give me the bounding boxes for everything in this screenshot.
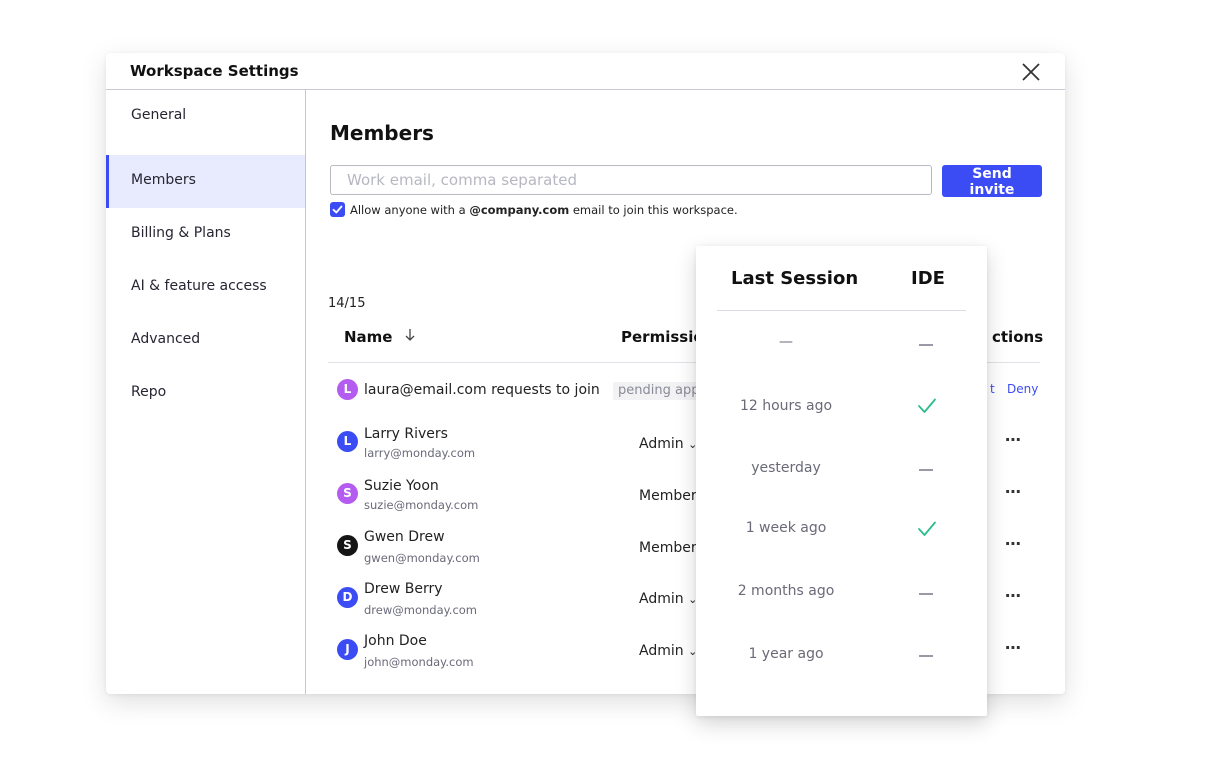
permission-select[interactable]: Admin ⌄	[639, 591, 697, 607]
status-badge: pending app	[613, 382, 705, 400]
sidebar-item-label: Members	[131, 172, 196, 188]
ide-status	[910, 645, 944, 665]
permission-value: Admin	[639, 643, 684, 659]
more-options-button[interactable]: ⋯	[1005, 586, 1022, 605]
more-options-button[interactable]: ⋯	[1005, 638, 1022, 657]
avatar: S	[337, 535, 358, 556]
member-email: larry@monday.com	[364, 446, 476, 460]
member-email: suzie@monday.com	[364, 498, 479, 512]
page-title: Members	[330, 121, 434, 145]
member-name: Larry Rivers	[364, 426, 448, 442]
close-button[interactable]	[1020, 61, 1042, 83]
permission-value: Admin	[639, 436, 684, 452]
column-header-label: Name	[344, 328, 393, 346]
sidebar-item-label: Billing & Plans	[131, 225, 231, 241]
more-options-button[interactable]: ⋯	[1005, 430, 1022, 449]
avatar: L	[337, 431, 358, 452]
sidebar-item-label: Repo	[131, 384, 167, 400]
checkmark-icon	[332, 205, 343, 214]
session-header-divider	[717, 310, 966, 311]
avatar: L	[337, 379, 358, 400]
permission-select[interactable]: Member	[639, 488, 697, 504]
sidebar-item-label: AI & feature access	[131, 278, 267, 294]
ide-status	[910, 459, 944, 479]
column-header-actions: ctions	[992, 328, 1044, 346]
allow-domain-label: Allow anyone with a @company.com email t…	[350, 203, 738, 217]
permission-select[interactable]: Admin ⌄	[639, 643, 697, 659]
member-email: gwen@monday.com	[364, 551, 480, 565]
ide-status	[910, 583, 944, 603]
sidebar-item-label: General	[131, 107, 187, 123]
last-session-card: Last Session IDE — 12 hours ago yesterda…	[696, 246, 987, 716]
ide-status	[910, 334, 944, 354]
allow-domain-checkbox[interactable]	[330, 202, 345, 217]
last-session-value: 12 hours ago	[739, 398, 833, 414]
sidebar-item-members[interactable]: Members	[106, 155, 305, 208]
check-icon	[918, 521, 936, 536]
more-options-button[interactable]: ⋯	[1005, 482, 1022, 501]
avatar: D	[337, 587, 358, 608]
check-icon	[918, 398, 936, 413]
ide-header: IDE	[911, 268, 945, 289]
member-count: 14/15	[328, 296, 366, 311]
deny-link[interactable]: Deny	[1007, 382, 1038, 396]
dash-icon	[919, 469, 933, 471]
last-session-header: Last Session	[731, 268, 859, 289]
modal-title: Workspace Settings	[130, 62, 299, 80]
permission-select[interactable]: Admin ⌄	[639, 436, 697, 452]
sidebar-item-ai-feature-access[interactable]: AI & feature access	[106, 261, 305, 314]
last-session-value: 1 year ago	[748, 646, 824, 662]
sidebar-item-advanced[interactable]: Advanced	[106, 314, 305, 367]
member-email: drew@monday.com	[364, 603, 478, 617]
avatar: J	[337, 639, 358, 660]
allow-prefix: Allow anyone with a	[350, 203, 466, 217]
dash-icon	[919, 344, 933, 346]
allow-suffix: email to join this workspace.	[572, 203, 738, 217]
ide-status	[910, 520, 944, 540]
sort-arrow-down-icon	[405, 329, 415, 341]
ide-status	[910, 397, 944, 417]
send-invite-button[interactable]: Send invite	[942, 165, 1042, 198]
join-request-text: laura@email.com requests to join	[364, 382, 600, 398]
member-name: Suzie Yoon	[364, 478, 439, 494]
sidebar-item-repo[interactable]: Repo	[106, 367, 305, 420]
dash-icon	[919, 655, 933, 657]
close-icon	[1022, 63, 1040, 81]
column-header-permission: Permissio	[621, 328, 704, 346]
approve-link[interactable]: t	[990, 382, 995, 396]
member-email: john@monday.com	[364, 655, 474, 669]
permission-value: Admin	[639, 591, 684, 607]
sidebar-item-billing[interactable]: Billing & Plans	[106, 208, 305, 261]
dash-icon	[919, 593, 933, 595]
member-name: John Doe	[364, 633, 427, 649]
member-name: Drew Berry	[364, 581, 443, 597]
sidebar-item-label: Advanced	[131, 331, 201, 347]
column-header-name[interactable]: Name	[344, 328, 416, 346]
last-session-value: 1 week ago	[745, 520, 827, 536]
last-session-value: yesterday	[751, 460, 821, 476]
modal-header: Workspace Settings	[106, 53, 1065, 90]
avatar: S	[337, 483, 358, 504]
permission-select[interactable]: Member	[639, 540, 697, 556]
member-name: Gwen Drew	[364, 529, 445, 545]
permission-value: Member	[639, 488, 697, 504]
settings-sidebar: General Members Billing & Plans AI & fea…	[106, 90, 306, 694]
more-options-button[interactable]: ⋯	[1005, 534, 1022, 553]
permission-value: Member	[639, 540, 697, 556]
allow-domain: @company.com	[469, 203, 570, 217]
invite-email-input[interactable]	[330, 165, 932, 195]
last-session-value: 2 months ago	[737, 583, 835, 599]
last-session-value: —	[779, 334, 793, 350]
sidebar-item-general[interactable]: General	[106, 90, 305, 143]
